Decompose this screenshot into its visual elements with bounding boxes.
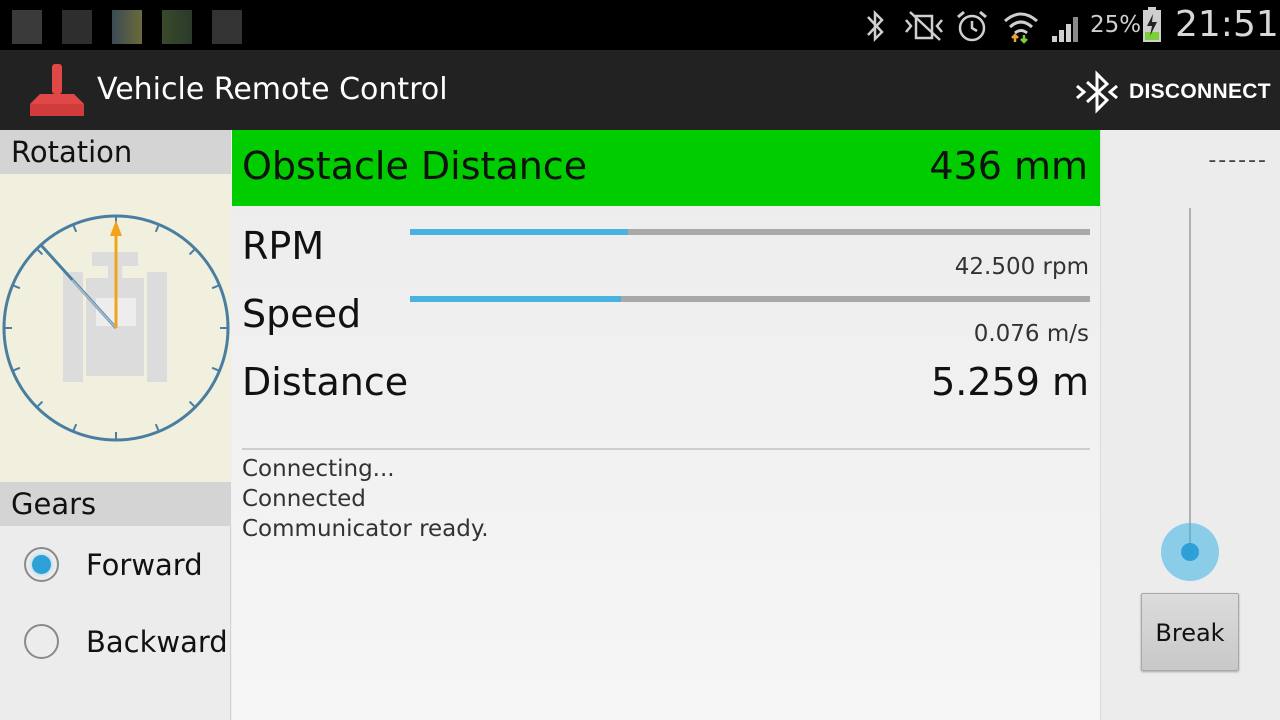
speed-label: Speed [242,292,362,336]
rpm-progress-bar [410,229,1090,235]
battery-charging-icon [1143,7,1161,42]
compass-tick [72,423,78,432]
rpm-value: 42.500 rpm [954,254,1089,280]
disconnect-button[interactable]: DISCONNECT [1070,64,1275,118]
obstacle-distance-value: 436 mm [929,144,1088,188]
compass-tick [72,224,78,233]
disconnect-label: DISCONNECT [1129,80,1271,103]
telemetry-panel: Obstacle Distance 436 mm RPM 42.500 rpm … [232,130,1100,720]
obstacle-distance-label: Obstacle Distance [242,144,588,188]
rotation-header: Rotation [0,130,231,174]
break-button[interactable]: Break [1141,593,1239,671]
log-line: Connecting... [242,456,395,482]
app-title: Vehicle Remote Control [97,72,448,107]
speed-progress-bar [410,296,1090,302]
notification-icon [162,10,192,44]
rpm-progress-fill [410,229,628,235]
radio-button-checked[interactable] [24,547,59,582]
notification-icon [12,10,42,44]
left-panel: Rotation Gears Forward Backward [0,130,231,720]
compass-tick [36,400,44,408]
compass-tick [211,284,220,290]
compass-tick [12,284,21,290]
compass-tick [211,366,220,372]
gear-backward-radio[interactable]: Backward [0,607,231,677]
compass-tick [12,366,21,372]
speed-value: 0.076 m/s [973,321,1089,347]
gear-backward-label: Backward [86,625,228,659]
distance-value: 5.259 m [931,360,1089,404]
compass-tick [36,248,44,256]
log-line: Communicator ready. [242,516,489,542]
bluetooth-disconnect-icon [1076,70,1118,114]
distance-label: Distance [242,360,409,404]
gear-forward-label: Forward [86,548,203,582]
compass-dial [2,214,230,442]
battery-percent: 25% [1090,12,1142,38]
status-bar: 25% 21:51 [0,0,1280,50]
throttle-indicator: ------ [1208,148,1268,173]
notification-icon [112,10,142,44]
vibrate-icon [905,11,943,41]
clock: 21:51 [1175,4,1279,45]
rotation-compass [0,174,231,482]
action-bar: Vehicle Remote Control DISCONNECT [0,50,1280,130]
throttle-slider-thumb[interactable] [1161,523,1219,581]
rpm-label: RPM [242,224,325,268]
compass-tick [154,423,160,432]
throttle-slider-track[interactable] [1189,208,1191,552]
divider [242,448,1090,450]
compass-tick [154,224,160,233]
speed-progress-fill [410,296,621,302]
compass-tick [188,248,196,256]
bluetooth-icon [867,9,884,43]
notification-icon [212,10,242,44]
gears-header: Gears [0,482,231,526]
joystick-icon [30,64,84,116]
obstacle-distance-bar: Obstacle Distance 436 mm [232,130,1100,206]
wifi-icon [1004,12,1038,44]
log-line: Connected [242,486,366,512]
radio-button-unchecked[interactable] [24,624,59,659]
gear-forward-radio[interactable]: Forward [0,530,231,600]
alarm-icon [957,10,987,42]
signal-icon [1052,17,1078,42]
compass-tick [188,400,196,408]
notification-icon [62,10,92,44]
throttle-panel: ------ Break [1100,130,1280,720]
